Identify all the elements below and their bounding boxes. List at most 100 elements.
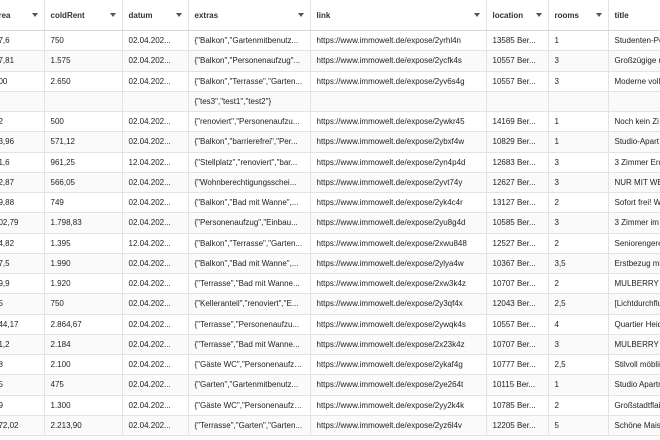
- cell-extras[interactable]: {"Balkon","Bad mit Wanne",...: [188, 253, 311, 275]
- cell-location[interactable]: 10777 Ber...: [486, 354, 549, 376]
- cell-area[interactable]: 97,5: [0, 253, 45, 275]
- cell-extras[interactable]: {"Balkon","Gartenmitbenutz...: [188, 30, 311, 52]
- cell-title[interactable]: Erstbezug mit EB: [608, 253, 660, 275]
- cell-location[interactable]: 12627 Ber...: [486, 172, 549, 194]
- cell-rooms[interactable]: 3: [548, 50, 609, 72]
- cell-coldRent[interactable]: 1.990: [44, 253, 123, 275]
- cell-rooms[interactable]: [548, 91, 609, 113]
- cell-area[interactable]: 33,96: [0, 131, 45, 153]
- cell-datum[interactable]: [122, 91, 189, 113]
- table-row[interactable]: 71,6961,2512.04.202...{"Stellplatz","ren…: [0, 152, 660, 173]
- table-row[interactable]: 3250002.04.202...{"renoviert","Personena…: [0, 111, 660, 133]
- cell-coldRent[interactable]: 1.395: [44, 233, 123, 254]
- cell-extras[interactable]: {"Terrasse","Personenaufzu...: [188, 314, 311, 335]
- cell-datum[interactable]: 02.04.202...: [122, 111, 189, 133]
- cell-area[interactable]: 172,02: [0, 415, 45, 437]
- cell-area[interactable]: 62,87: [0, 172, 45, 194]
- cell-title[interactable]: Sofort frei! Wohlf: [608, 192, 660, 214]
- cell-location[interactable]: 10557 Ber...: [486, 71, 549, 92]
- cell-area[interactable]: 71,6: [0, 152, 45, 173]
- cell-location[interactable]: 10707 Ber...: [486, 334, 549, 356]
- cell-extras[interactable]: {"Terrasse","Bad mit Wanne...: [188, 334, 311, 356]
- table-row[interactable]: 81,22.18402.04.202...{"Terrasse","Bad mi…: [0, 334, 660, 356]
- cell-extras[interactable]: {"renoviert","Personenaufzu...: [188, 111, 311, 133]
- cell-title[interactable]: Seniorengerechte: [608, 233, 660, 254]
- table-row[interactable]: 144,172.864,6702.04.202...{"Terrasse","P…: [0, 314, 660, 335]
- cell-title[interactable]: Studenten-Penthe: [608, 30, 660, 52]
- cell-area[interactable]: 49,88: [0, 192, 45, 214]
- column-header-area[interactable]: area: [0, 0, 45, 31]
- cell-location[interactable]: 14169 Ber...: [486, 111, 549, 133]
- cell-location[interactable]: 10785 Ber...: [486, 395, 549, 416]
- cell-datum[interactable]: 02.04.202...: [122, 273, 189, 295]
- cell-link[interactable]: https://www.immowelt.de/expose/2x23k4z: [310, 334, 487, 356]
- table-row[interactable]: 591.30002.04.202...{"Gäste WC","Personen…: [0, 395, 660, 416]
- cell-coldRent[interactable]: 961,25: [44, 152, 123, 173]
- cell-extras[interactable]: {"Wohnberechtigungsschei...: [188, 172, 311, 194]
- cell-extras[interactable]: {"Balkon","Terrasse","Garten...: [188, 233, 311, 254]
- cell-datum[interactable]: 02.04.202...: [122, 293, 189, 315]
- cell-area[interactable]: 87,81: [0, 50, 45, 72]
- cell-title[interactable]: Moderne vollmöb: [608, 71, 660, 92]
- table-row[interactable]: 87,811.57502.04.202...{"Balkon","Persone…: [0, 50, 660, 72]
- column-header-title[interactable]: title: [608, 0, 660, 31]
- cell-coldRent[interactable]: 566,05: [44, 172, 123, 194]
- cell-link[interactable]: https://www.immowelt.de/expose/2ywqk4s: [310, 314, 487, 335]
- cell-datum[interactable]: 02.04.202...: [122, 192, 189, 214]
- filter-icon[interactable]: [473, 13, 480, 17]
- cell-link[interactable]: https://www.immowelt.de/expose/2y3qf4x: [310, 293, 487, 315]
- cell-location[interactable]: 10367 Ber...: [486, 253, 549, 275]
- cell-rooms[interactable]: 1: [548, 131, 609, 153]
- cell-link[interactable]: https://www.immowelt.de/expose/2yn4p4d: [310, 152, 487, 173]
- cell-location[interactable]: 13585 Ber...: [486, 30, 549, 52]
- cell-extras[interactable]: {"Stellplatz","renoviert","bar...: [188, 152, 311, 173]
- table-row[interactable]: 382.10002.04.202...{"Gäste WC","Personen…: [0, 354, 660, 376]
- cell-datum[interactable]: 12.04.202...: [122, 152, 189, 173]
- cell-datum[interactable]: 02.04.202...: [122, 71, 189, 92]
- cell-location[interactable]: 12043 Ber...: [486, 293, 549, 315]
- cell-extras[interactable]: {"Garten","Gartenmitbenutz...: [188, 374, 311, 396]
- table-row[interactable]: 49,8874902.04.202...{"Balkon","Bad mit W…: [0, 192, 660, 214]
- filter-icon[interactable]: [109, 13, 116, 17]
- cell-rooms[interactable]: 3: [548, 334, 609, 356]
- cell-title[interactable]: Noch kein Zimme: [608, 111, 660, 133]
- cell-link[interactable]: https://www.immowelt.de/expose/2yv6s4g: [310, 71, 487, 92]
- cell-area[interactable]: 97,6: [0, 30, 45, 52]
- cell-title[interactable]: Schöne Maisonet: [608, 415, 660, 437]
- cell-rooms[interactable]: 2: [548, 273, 609, 295]
- cell-datum[interactable]: 02.04.202...: [122, 395, 189, 416]
- filter-icon[interactable]: [595, 13, 602, 17]
- cell-location[interactable]: 12527 Ber...: [486, 233, 549, 254]
- cell-rooms[interactable]: 3: [548, 172, 609, 194]
- cell-title[interactable]: Großstadtflair in: [608, 395, 660, 416]
- filter-icon[interactable]: [535, 13, 542, 17]
- cell-rooms[interactable]: 3: [548, 71, 609, 92]
- cell-rooms[interactable]: 3: [548, 152, 609, 173]
- cell-link[interactable]: https://www.immowelt.de/expose/2yvt74y: [310, 172, 487, 194]
- cell-coldRent[interactable]: 750: [44, 293, 123, 315]
- table-row[interactable]: {"tes3","test1","test2"}: [0, 91, 660, 113]
- cell-rooms[interactable]: 2,5: [548, 354, 609, 376]
- filter-icon[interactable]: [175, 13, 182, 17]
- cell-area[interactable]: [0, 91, 45, 113]
- cell-title[interactable]: [Lichtdurchflutete: [608, 293, 660, 315]
- cell-rooms[interactable]: 4: [548, 314, 609, 335]
- cell-datum[interactable]: 02.04.202...: [122, 334, 189, 356]
- cell-title[interactable]: Studio-Apartmen: [608, 131, 660, 153]
- cell-rooms[interactable]: 1: [548, 111, 609, 133]
- cell-link[interactable]: https://www.immowelt.de/expose/2xw3k4z: [310, 273, 487, 295]
- cell-coldRent[interactable]: 1.575: [44, 50, 123, 72]
- cell-location[interactable]: 12205 Ber...: [486, 415, 549, 437]
- cell-rooms[interactable]: 3,5: [548, 253, 609, 275]
- cell-area[interactable]: 102,79: [0, 212, 45, 234]
- cell-area[interactable]: 79,9: [0, 273, 45, 295]
- table-row[interactable]: 97,51.99002.04.202...{"Balkon","Bad mit …: [0, 253, 660, 275]
- cell-link[interactable]: https://www.immowelt.de/expose/2ylya4w: [310, 253, 487, 275]
- cell-rooms[interactable]: 1: [548, 374, 609, 396]
- cell-link[interactable]: https://www.immowelt.de/expose/2yu8g4d: [310, 212, 487, 234]
- cell-title[interactable]: MULBERRY YARDS: [608, 334, 660, 356]
- cell-coldRent[interactable]: 2.864,67: [44, 314, 123, 335]
- cell-rooms[interactable]: 1: [548, 30, 609, 52]
- cell-datum[interactable]: 02.04.202...: [122, 212, 189, 234]
- cell-area[interactable]: 25: [0, 293, 45, 315]
